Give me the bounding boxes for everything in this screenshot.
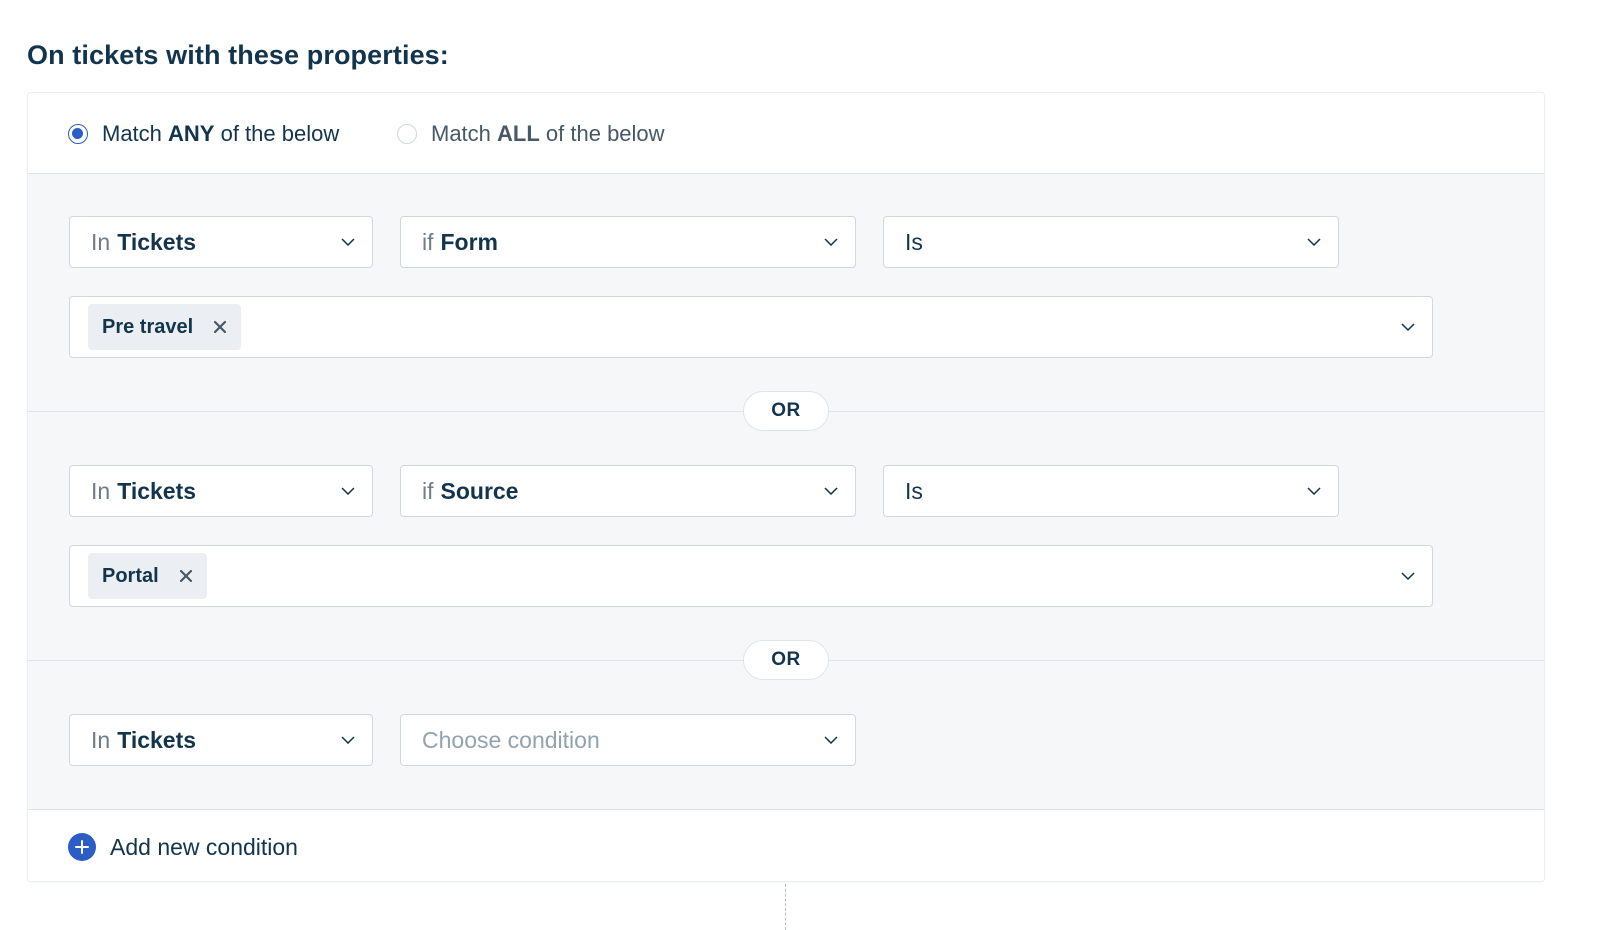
scope-value: Tickets [117, 228, 197, 255]
field-value: Form [440, 228, 499, 255]
chip-label: Portal [102, 564, 159, 587]
condition-1-field-select[interactable]: if Form [400, 216, 856, 268]
match-any-prefix: Match [102, 121, 169, 146]
value-chip: Pre travel [88, 304, 242, 350]
scope-value: Tickets [117, 726, 197, 753]
chevron-down-icon [341, 736, 355, 744]
radio-unchecked-icon[interactable] [397, 124, 417, 144]
chevron-down-icon [341, 238, 355, 246]
add-condition-button[interactable]: Add new condition [68, 833, 298, 861]
match-all-keyword: ALL [497, 121, 540, 146]
chevron-down-icon [1307, 487, 1321, 495]
add-condition-label: Add new condition [110, 833, 298, 860]
condition-3-field-select[interactable]: Choose condition [400, 714, 856, 766]
chevron-down-icon[interactable] [1401, 323, 1415, 331]
field-prefix: if [422, 228, 434, 255]
condition-3-scope-select[interactable]: In Tickets [69, 714, 373, 766]
close-icon[interactable] [179, 569, 193, 583]
match-any-suffix: of the below [214, 121, 340, 146]
page-title: On tickets with these properties: [27, 40, 449, 70]
field-placeholder: Choose condition [422, 726, 600, 753]
match-mode-row: Match ANY of the below Match ALL of the … [28, 93, 1544, 174]
scope-prefix: In [91, 228, 111, 255]
plus-circle-icon[interactable] [68, 833, 96, 861]
chevron-down-icon [1307, 238, 1321, 246]
chevron-down-icon[interactable] [1401, 572, 1415, 580]
operator-value: Is [905, 228, 923, 255]
condition-1-values-input[interactable]: Pre travel [69, 296, 1433, 358]
conditions-area: In Tickets if Form Is Pre travel OR In T… [28, 174, 1544, 809]
chevron-down-icon [824, 736, 838, 744]
match-all-suffix: of the below [539, 121, 665, 146]
condition-2-values-input[interactable]: Portal [69, 545, 1433, 607]
match-all-radio[interactable]: Match ALL of the below [397, 121, 665, 147]
condition-2-scope-select[interactable]: In Tickets [69, 465, 373, 517]
close-icon[interactable] [213, 320, 227, 334]
flow-connector-line [785, 884, 786, 930]
field-value: Source [440, 477, 519, 504]
scope-prefix: In [91, 726, 111, 753]
radio-checked-icon[interactable] [68, 124, 88, 144]
match-any-radio[interactable]: Match ANY of the below [68, 121, 339, 147]
value-chip: Portal [88, 553, 207, 599]
add-condition-row: Add new condition [28, 809, 1544, 883]
scope-value: Tickets [117, 477, 197, 504]
match-any-keyword: ANY [168, 121, 215, 146]
or-connector-badge: OR [743, 391, 829, 431]
field-prefix: if [422, 477, 434, 504]
condition-2-field-select[interactable]: if Source [400, 465, 856, 517]
chip-label: Pre travel [102, 315, 194, 338]
condition-1-operator-select[interactable]: Is [883, 216, 1339, 268]
or-connector-badge: OR [743, 640, 829, 680]
condition-2-operator-select[interactable]: Is [883, 465, 1339, 517]
scope-prefix: In [91, 477, 111, 504]
match-all-prefix: Match [431, 121, 498, 146]
condition-1-scope-select[interactable]: In Tickets [69, 216, 373, 268]
chevron-down-icon [341, 487, 355, 495]
chevron-down-icon [824, 238, 838, 246]
chevron-down-icon [824, 487, 838, 495]
conditions-card: Match ANY of the below Match ALL of the … [27, 92, 1545, 882]
operator-value: Is [905, 477, 923, 504]
